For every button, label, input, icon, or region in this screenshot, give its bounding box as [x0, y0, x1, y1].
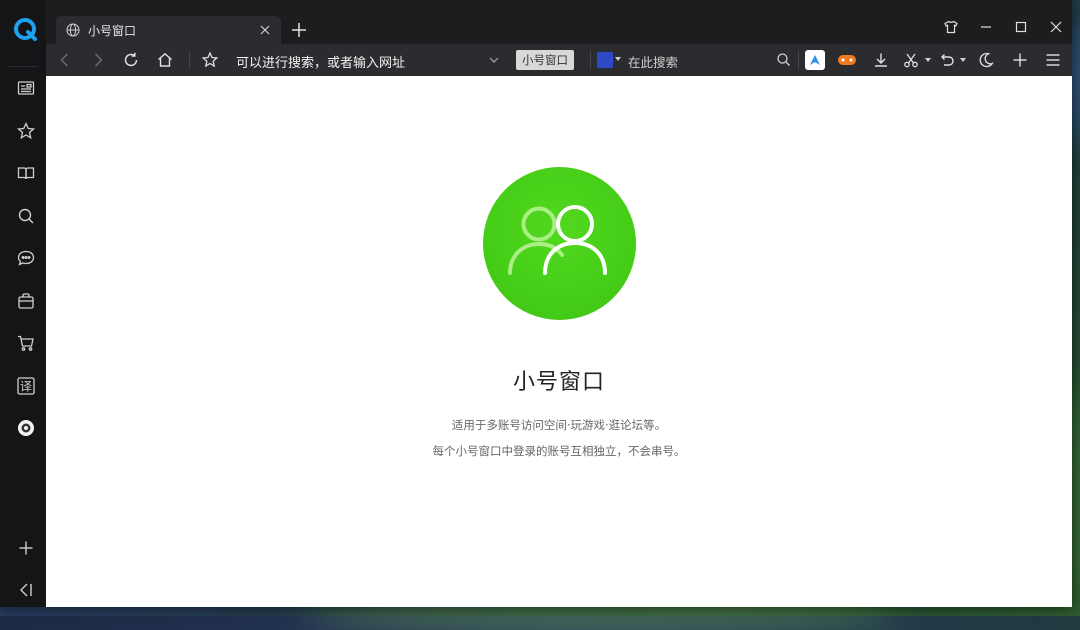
home-button[interactable]: [153, 49, 177, 71]
tab-title: 小号窗口: [88, 23, 137, 38]
caret-down-icon[interactable]: [615, 56, 621, 62]
bag-icon: [18, 293, 34, 309]
close-icon: [1050, 21, 1062, 33]
forward-button[interactable]: [86, 49, 110, 71]
back-button[interactable]: [53, 49, 77, 71]
plus-icon: [1013, 53, 1027, 67]
browser-logo-icon[interactable]: [14, 18, 38, 42]
home-icon: [158, 52, 172, 67]
new-tab-button[interactable]: [290, 21, 308, 39]
undo-icon: [941, 54, 954, 66]
moon-icon: [979, 52, 994, 68]
search-engine-logo-icon[interactable]: [597, 52, 613, 68]
refresh-button[interactable]: [119, 49, 143, 71]
page-title: 小号窗口: [512, 370, 605, 395]
add-button[interactable]: [1008, 49, 1032, 71]
scissors-icon: [904, 53, 918, 68]
menu-button[interactable]: [1041, 49, 1065, 71]
sidebar-item-camera[interactable]: [12, 414, 40, 442]
sidebar-item-reader[interactable]: [12, 159, 40, 187]
address-bar-input[interactable]: 可以进行搜索，或者输入网址: [236, 52, 405, 71]
sidebar: 译: [0, 0, 46, 607]
chevron-down-icon[interactable]: [488, 54, 500, 66]
description-line-2: 每个小号窗口中登录的账号互相独立，不会串号。: [432, 444, 686, 458]
sidebar-item-translate[interactable]: 译: [12, 372, 40, 400]
book-icon: [17, 167, 35, 180]
cart-icon: [18, 335, 34, 351]
close-icon: [260, 25, 270, 35]
extension-feather-button[interactable]: [805, 50, 825, 70]
sidebar-item-news[interactable]: [12, 74, 40, 102]
maximize-button[interactable]: [1009, 16, 1033, 38]
screenshot-button[interactable]: [899, 49, 923, 71]
sidebar-collapse-button[interactable]: [12, 576, 40, 604]
page-content: 小号窗口 适用于多账号访问空间·玩游戏·逛论坛等。 每个小号窗口中登录的账号互相…: [46, 76, 1072, 607]
collapse-left-icon: [20, 583, 32, 597]
sidebar-item-toolbox[interactable]: [12, 287, 40, 315]
forward-arrow-icon: [94, 53, 103, 67]
shirt-icon: [944, 20, 958, 34]
description-line-1: 适用于多账号访问空间·玩游戏·逛论坛等。: [451, 418, 667, 432]
feather-icon: [810, 55, 820, 65]
download-icon: [875, 53, 887, 67]
tab-close-button[interactable]: [257, 22, 273, 38]
translate-icon: 译: [17, 377, 35, 395]
tab-account-window[interactable]: 小号窗口: [56, 16, 281, 44]
toolbar: 可以进行搜索，或者输入网址 小号窗口 在此搜索: [46, 44, 1072, 76]
sidebar-divider: [8, 66, 38, 67]
maximize-icon: [1015, 21, 1027, 33]
caret-down-icon[interactable]: [960, 57, 966, 63]
hamburger-menu-icon: [1046, 54, 1060, 66]
browser-window: 译 小号窗口 可以进行搜索，或者输入网址 小号窗口 在此搜索 小号窗口 适用于多…: [0, 0, 1072, 607]
skin-button[interactable]: [939, 16, 963, 38]
search-icon: [18, 208, 34, 224]
star-icon: [16, 121, 36, 140]
star-icon: [201, 51, 219, 68]
toolbar-divider: [798, 51, 799, 69]
users-icon: [508, 205, 607, 275]
account-window-button[interactable]: 小号窗口: [516, 50, 574, 70]
back-arrow-icon: [60, 53, 69, 67]
sidebar-item-shopping[interactable]: [12, 329, 40, 357]
toolbar-divider: [189, 51, 190, 69]
minimize-button[interactable]: [974, 16, 998, 38]
bookmark-button[interactable]: [198, 49, 222, 71]
camera-icon: [18, 420, 34, 436]
refresh-icon: [124, 52, 138, 67]
tab-strip: 小号窗口: [46, 0, 1072, 44]
sidebar-add-button[interactable]: [12, 534, 40, 562]
undo-close-button[interactable]: [935, 49, 959, 71]
search-icon[interactable]: [776, 52, 791, 67]
sidebar-item-chat[interactable]: [12, 244, 40, 272]
account-window-logo: [483, 167, 636, 320]
news-icon: [17, 81, 35, 95]
svg-text:译: 译: [20, 380, 32, 394]
gamepad-icon: [838, 55, 856, 65]
sidebar-item-search[interactable]: [12, 202, 40, 230]
caret-down-icon[interactable]: [925, 57, 931, 63]
minimize-icon: [981, 26, 991, 28]
sidebar-item-favorites[interactable]: [12, 117, 40, 145]
plus-icon: [19, 541, 33, 555]
extension-game-button[interactable]: [837, 50, 857, 70]
night-mode-button[interactable]: [974, 49, 998, 71]
close-window-button[interactable]: [1044, 16, 1068, 38]
download-button[interactable]: [869, 49, 893, 71]
globe-icon: [66, 23, 80, 37]
search-input[interactable]: 在此搜索: [628, 52, 678, 71]
chat-icon: [17, 250, 35, 266]
toolbar-divider: [590, 51, 591, 69]
